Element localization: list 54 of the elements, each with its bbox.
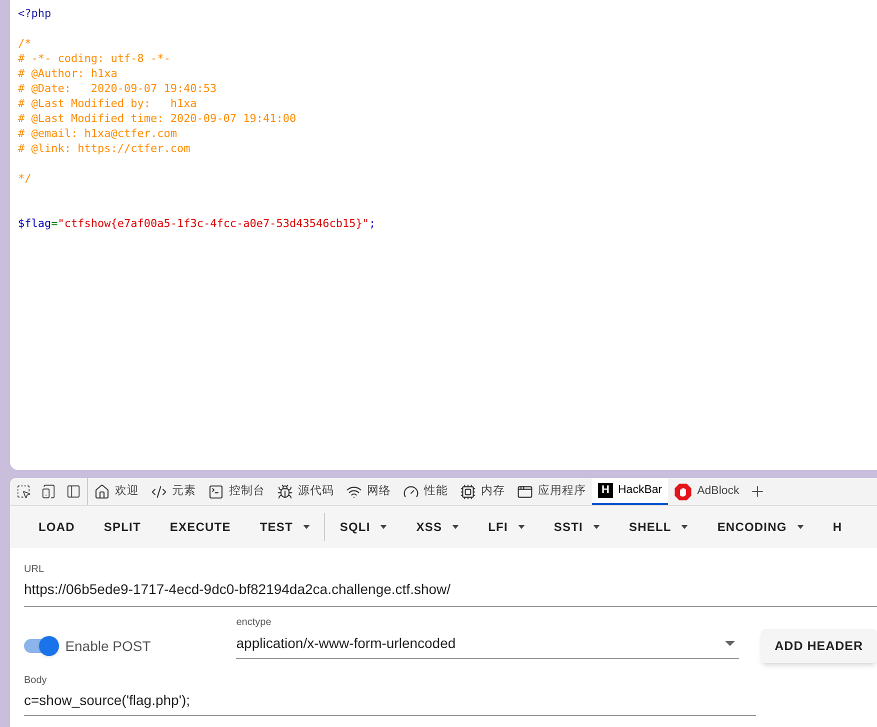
add-header-button[interactable]: ADD HEADER — [760, 629, 877, 663]
devtools-tab[interactable]: 源代码 — [271, 478, 340, 505]
code-text: <?php — [18, 7, 52, 20]
sidebar-icon[interactable] — [66, 484, 81, 499]
code-text: ; — [369, 217, 376, 230]
code-text: # -*- coding: utf-8 -*- — [18, 52, 170, 65]
post-toggle[interactable] — [24, 636, 60, 656]
tab-icon — [208, 484, 224, 500]
devtools-tab[interactable]: AdBlock — [668, 478, 746, 505]
code-text: # @Last Modified time: 2020-09-07 19:41:00 — [18, 112, 296, 125]
devtools-tab[interactable]: 元素 — [145, 478, 202, 505]
tab-icon — [460, 484, 476, 500]
devtools-tab[interactable]: 性能 — [397, 478, 454, 505]
code-text: # @link: https://ctfer.com — [18, 142, 190, 155]
code-text: "ctfshow{e7af00a5-1f3c-4fcc-a0e7-53d43546cb15}" — [58, 217, 370, 230]
code-text: $flag — [18, 217, 52, 230]
hackbar-logo-icon: H — [598, 483, 613, 498]
menu-button[interactable]: EXECUTE — [155, 506, 246, 548]
url-field[interactable]: URL https://06b5ede9-1717-4ecd-9dc0-bf82194da2ca.challenge.ctf.show/ — [24, 562, 877, 607]
code-text: # @Last Modified by: h1xa — [18, 97, 197, 110]
body-field[interactable]: Body c=show_source('flag.php'); — [24, 673, 756, 716]
devtools-tab[interactable]: 控制台 — [202, 478, 271, 505]
menu-button[interactable]: SPLIT — [89, 506, 156, 548]
code-text: # @Date: 2020-09-07 19:40:53 — [18, 82, 217, 95]
devtools-tab[interactable]: H HackBar — [592, 478, 668, 505]
devtools-tab[interactable]: 欢迎 — [88, 478, 145, 505]
tab-icon — [517, 484, 533, 500]
menu-button[interactable]: SSTI — [539, 506, 614, 548]
menu-button[interactable]: ENCODING — [702, 506, 818, 548]
device-icon[interactable] — [41, 484, 56, 499]
menu-button[interactable]: SQLI — [325, 506, 402, 548]
tab-icon — [151, 484, 167, 500]
code-text: # @Author: h1xa — [18, 67, 118, 80]
toggle-label: Enable POST — [65, 636, 152, 656]
stop-hand-icon — [674, 482, 692, 500]
tab-icon — [403, 484, 419, 500]
menu-button[interactable]: LOAD — [24, 506, 90, 548]
menu-button[interactable]: XSS — [402, 506, 474, 548]
tab-icon — [277, 484, 293, 500]
menu-button[interactable]: H — [818, 506, 857, 548]
devtools-tab[interactable]: 应用程序 — [511, 478, 592, 505]
code-text: # @email: h1xa@ctfer.com — [18, 127, 177, 140]
menu-button[interactable]: LFI — [474, 506, 540, 548]
tab-icon — [94, 484, 110, 500]
devtools-tab[interactable]: 内存 — [454, 478, 511, 505]
code-text: = — [51, 217, 58, 230]
enctype-select[interactable]: enctype application/x-www-form-urlencoded — [236, 615, 739, 659]
menu-button[interactable]: TEST — [245, 506, 324, 548]
inspect-icon[interactable] — [16, 484, 31, 499]
code-text: */ — [18, 172, 32, 185]
code-text: /* — [18, 37, 32, 50]
menu-button[interactable]: SHELL — [614, 506, 703, 548]
devtools-tab[interactable]: 网络 — [340, 478, 397, 505]
caret-icon — [724, 641, 735, 646]
